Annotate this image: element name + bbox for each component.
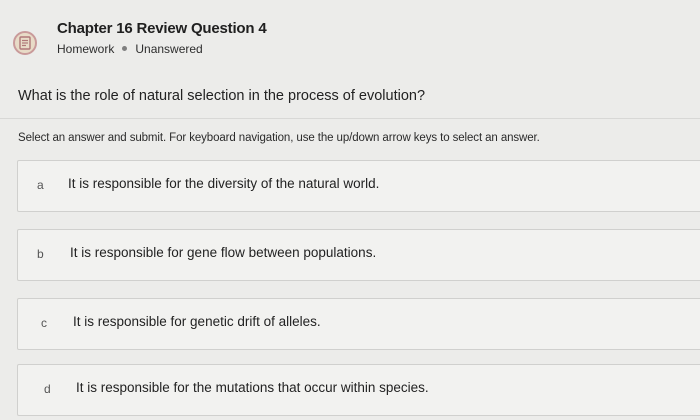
answer-option-b[interactable]: b It is responsible for gene flow betwee… — [17, 229, 700, 281]
option-letter: b — [37, 247, 44, 261]
category-label: Homework — [57, 42, 115, 56]
page-title: Chapter 16 Review Question 4 — [57, 20, 267, 37]
question-text: What is the role of natural selection in… — [18, 88, 426, 104]
option-text: It is responsible for genetic drift of a… — [73, 314, 321, 329]
homework-icon — [13, 31, 37, 55]
option-letter: a — [37, 178, 44, 192]
option-text: It is responsible for the mutations that… — [76, 380, 429, 395]
option-letter: c — [41, 316, 47, 330]
divider — [0, 118, 700, 119]
option-letter: d — [44, 382, 51, 396]
answer-option-a[interactable]: a It is responsible for the diversity of… — [17, 160, 700, 212]
option-text: It is responsible for gene flow between … — [70, 245, 377, 260]
option-text: It is responsible for the diversity of t… — [68, 176, 380, 191]
question-meta: Homework Unanswered — [57, 42, 203, 56]
question-header: Chapter 16 Review Question 4 Homework Una… — [0, 0, 700, 80]
status-badge: Unanswered — [135, 42, 203, 56]
answer-option-d[interactable]: d It is responsible for the mutations th… — [17, 364, 700, 416]
separator-dot-icon — [122, 46, 128, 52]
answer-option-c[interactable]: c It is responsible for genetic drift of… — [17, 298, 700, 350]
instructions-text: Select an answer and submit. For keyboar… — [18, 132, 540, 144]
